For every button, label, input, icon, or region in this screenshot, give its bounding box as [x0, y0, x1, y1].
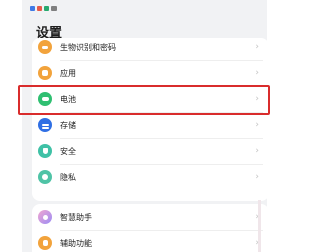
- storage-icon: [38, 118, 52, 132]
- setting-item-smart-assistant[interactable]: 智慧助手 ›: [32, 204, 267, 230]
- setting-item-label: 智慧助手: [60, 212, 92, 222]
- setting-item-label: 存储: [60, 120, 76, 130]
- privacy-eye-icon: [38, 170, 52, 184]
- smart-assistant-icon: [38, 210, 52, 224]
- settings-group-1: 生物识别和密码 › 应用 › 电池 › 存储 › 安全 › 隐私 ›: [32, 38, 267, 201]
- accessibility-hand-icon: [38, 236, 52, 250]
- notification-icon: [37, 5, 42, 11]
- setting-item-biometric[interactable]: 生物识别和密码 ›: [32, 38, 267, 60]
- setting-item-label: 安全: [60, 146, 76, 156]
- setting-item-label: 应用: [60, 68, 76, 78]
- battery-status-icon: [51, 5, 57, 11]
- shield-check-icon: [38, 144, 52, 158]
- setting-item-privacy[interactable]: 隐私 ›: [32, 164, 267, 190]
- wifi-icon: [44, 5, 49, 11]
- chevron-right-icon: ›: [255, 42, 259, 52]
- key-icon: [38, 40, 52, 54]
- setting-item-apps[interactable]: 应用 ›: [32, 60, 267, 86]
- settings-screen: 设置 生物识别和密码 › 应用 › 电池 › 存储 › 安全 › 隐私 › 智慧…: [22, 0, 267, 252]
- setting-item-label: 隐私: [60, 172, 76, 182]
- chevron-right-icon: ›: [255, 172, 259, 182]
- setting-item-label: 辅助功能: [60, 238, 92, 248]
- setting-item-storage[interactable]: 存储 ›: [32, 112, 267, 138]
- setting-item-label: 生物识别和密码: [60, 42, 116, 52]
- settings-group-2: 智慧助手 › 辅助功能 ›: [32, 204, 267, 252]
- apps-grid-icon: [38, 66, 52, 80]
- status-bar: [30, 4, 57, 12]
- side-accent-strip: [258, 200, 261, 252]
- setting-item-security[interactable]: 安全 ›: [32, 138, 267, 164]
- signal-icon: [30, 5, 35, 11]
- chevron-right-icon: ›: [255, 120, 259, 130]
- setting-item-accessibility[interactable]: 辅助功能 ›: [32, 230, 267, 252]
- battery-highlight-box: [18, 85, 270, 115]
- chevron-right-icon: ›: [255, 146, 259, 156]
- chevron-right-icon: ›: [255, 68, 259, 78]
